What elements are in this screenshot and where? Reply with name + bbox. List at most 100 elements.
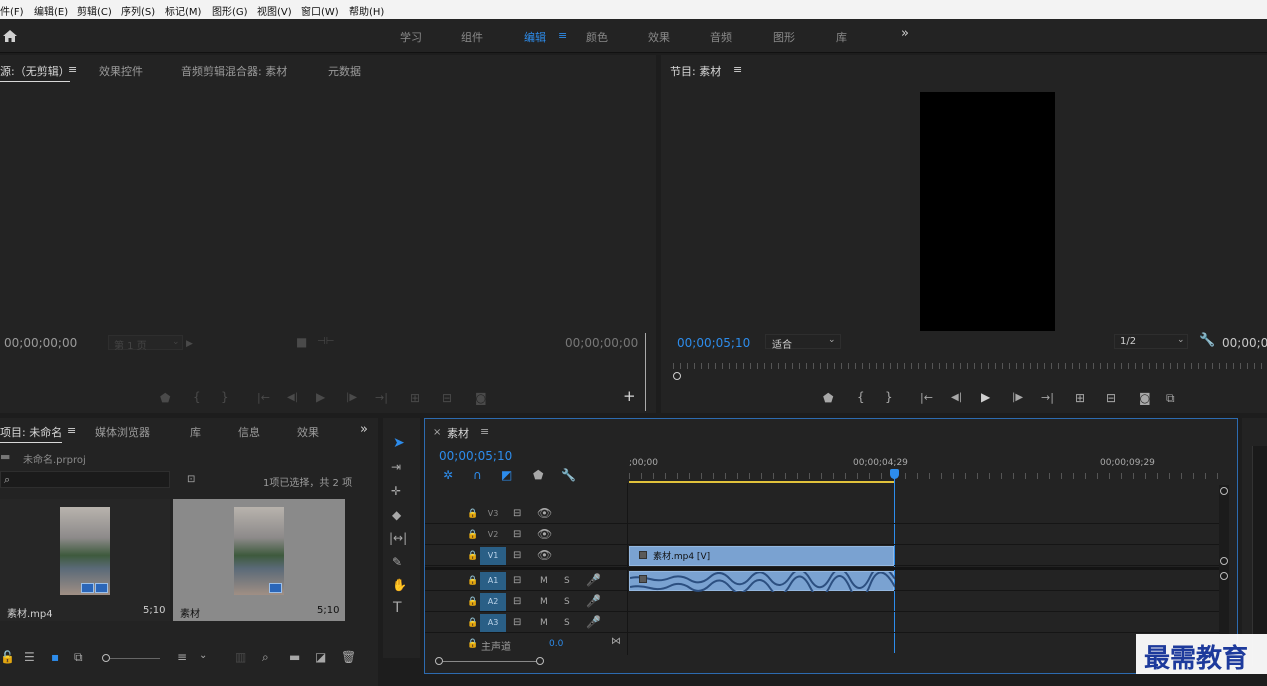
track-a2[interactable]: 🔒 A2 ⊟ M S 🎤 bbox=[425, 591, 1225, 612]
vertical-scrollbar[interactable] bbox=[1219, 485, 1229, 653]
lift-icon[interactable]: ⊞ bbox=[1075, 392, 1085, 404]
new-item-icon[interactable]: ◪ bbox=[315, 651, 326, 663]
menu-graphics[interactable]: 图形(G) bbox=[212, 3, 248, 18]
step-forward-icon[interactable]: |▶ bbox=[346, 392, 357, 404]
mute-button[interactable]: M bbox=[540, 576, 548, 586]
program-timecode[interactable]: 00;00;05;10 bbox=[677, 336, 750, 350]
project-tab-menu-icon[interactable]: ≡ bbox=[67, 424, 76, 437]
tab-sequence[interactable]: 素材 bbox=[447, 425, 469, 441]
sync-lock-icon[interactable]: ⊟ bbox=[513, 596, 521, 608]
project-item[interactable]: 素材 5;10 bbox=[173, 499, 345, 621]
master-volume[interactable]: 0.0 bbox=[549, 639, 563, 649]
step-back-icon[interactable]: ◀| bbox=[951, 392, 962, 404]
lock-icon[interactable]: 🔓 bbox=[0, 651, 15, 663]
lock-icon[interactable]: 🔒 bbox=[467, 617, 478, 629]
program-ruler[interactable] bbox=[673, 363, 1267, 369]
mute-button[interactable]: M bbox=[540, 618, 548, 628]
menu-window[interactable]: 窗口(W) bbox=[301, 3, 339, 18]
close-icon[interactable]: × bbox=[433, 427, 441, 438]
lock-icon[interactable]: 🔒 bbox=[467, 508, 478, 520]
zoom-slider-handle[interactable] bbox=[102, 654, 110, 662]
go-to-in-icon[interactable]: |← bbox=[257, 392, 270, 404]
workspace-assembly[interactable]: 组件 bbox=[461, 29, 483, 45]
track-master[interactable]: 🔒 主声道 0.0 ⋈ bbox=[425, 633, 1225, 654]
menu-marker[interactable]: 标记(M) bbox=[165, 3, 201, 18]
mark-out-icon[interactable]: } bbox=[885, 391, 893, 403]
solo-button[interactable]: S bbox=[564, 618, 570, 628]
project-item[interactable]: 素材.mp4 5;10 bbox=[0, 499, 170, 621]
play-icon[interactable]: ▶ bbox=[981, 391, 990, 403]
go-to-out-icon[interactable]: →| bbox=[375, 392, 388, 404]
mute-button[interactable]: M bbox=[540, 597, 548, 607]
lock-icon[interactable]: 🔒 bbox=[467, 596, 478, 608]
project-search-input[interactable]: ⌕ bbox=[0, 471, 170, 488]
page-select[interactable]: 第 1 页 ⌄ bbox=[108, 335, 183, 352]
lock-icon[interactable]: 🔒 bbox=[467, 575, 478, 587]
icon-view-icon[interactable]: ▪ bbox=[51, 651, 59, 663]
microphone-icon[interactable]: 🎤 bbox=[586, 574, 601, 586]
chevron-down-icon[interactable]: ⌄ bbox=[199, 650, 207, 662]
fit-select[interactable]: 适合 ⌄ bbox=[765, 334, 841, 351]
panel-overflow-icon[interactable]: » bbox=[360, 422, 368, 437]
sync-lock-icon[interactable]: ⊟ bbox=[513, 529, 521, 541]
timeline-timecode[interactable]: 00;00;05;10 bbox=[439, 449, 512, 463]
microphone-icon[interactable]: 🎤 bbox=[586, 616, 601, 628]
time-ruler[interactable]: ;00;00 00;00;04;29 00;00;09;29 bbox=[629, 449, 1225, 483]
step-back-icon[interactable]: ◀| bbox=[287, 392, 298, 404]
camera-icon[interactable]: ◙ bbox=[475, 392, 487, 404]
eye-icon[interactable]: 👁 bbox=[537, 507, 552, 519]
wrench-icon[interactable]: 🔧 bbox=[1199, 334, 1215, 347]
linked-selection-icon[interactable]: ◩ bbox=[501, 469, 512, 481]
overwrite-icon[interactable]: ⊟ bbox=[442, 392, 452, 404]
nest-icon[interactable]: ✲ bbox=[443, 469, 453, 481]
workspace-editing[interactable]: 编辑 bbox=[524, 29, 546, 45]
track-label[interactable]: V2 bbox=[480, 526, 506, 544]
extract-icon[interactable]: ⊟ bbox=[1106, 392, 1116, 404]
mark-in-icon[interactable]: { bbox=[193, 391, 201, 403]
mark-out-icon[interactable]: } bbox=[221, 391, 229, 403]
audio-clip[interactable] bbox=[629, 571, 895, 592]
solo-button[interactable]: S bbox=[564, 576, 570, 586]
ripple-edit-tool-icon[interactable]: ✛ bbox=[391, 485, 401, 497]
sync-lock-icon[interactable]: ⊟ bbox=[513, 508, 521, 520]
tab-source[interactable]: 源:（无剪辑） bbox=[0, 63, 70, 82]
razor-tool-icon[interactable]: ◆ bbox=[392, 509, 401, 521]
eye-icon[interactable]: 👁 bbox=[537, 528, 552, 540]
solo-button[interactable]: S bbox=[564, 597, 570, 607]
program-monitor-video[interactable] bbox=[920, 92, 1055, 331]
menu-view[interactable]: 视图(V) bbox=[257, 3, 292, 18]
workspace-effects[interactable]: 效果 bbox=[648, 29, 670, 45]
sequence-menu-icon[interactable]: ≡ bbox=[480, 425, 489, 438]
tab-libraries[interactable]: 库 bbox=[190, 424, 201, 440]
tab-audio-clip-mixer[interactable]: 音频剪辑混合器: 素材 bbox=[181, 63, 287, 79]
insert-icon[interactable]: ⊞ bbox=[410, 392, 420, 404]
track-label[interactable]: A2 bbox=[480, 593, 506, 611]
home-icon[interactable] bbox=[2, 29, 18, 43]
eye-icon[interactable]: 👁 bbox=[537, 549, 552, 561]
hand-tool-icon[interactable]: ✋ bbox=[392, 579, 407, 591]
go-to-end-icon[interactable]: ⋈ bbox=[611, 636, 621, 648]
camera-icon[interactable]: ◙ bbox=[1139, 392, 1151, 404]
marker-icon[interactable]: ⬟ bbox=[160, 392, 170, 404]
track-label[interactable]: A3 bbox=[480, 614, 506, 632]
tab-media-browser[interactable]: 媒体浏览器 bbox=[95, 424, 150, 440]
track-v3[interactable]: 🔒 V3 ⊟ 👁 bbox=[425, 503, 1225, 524]
lock-icon[interactable]: 🔒 bbox=[467, 529, 478, 541]
snap-icon[interactable]: ∩ bbox=[473, 469, 482, 481]
work-area-bar[interactable] bbox=[629, 481, 894, 483]
sync-lock-icon[interactable]: ⊟ bbox=[513, 575, 521, 587]
source-tab-menu-icon[interactable]: ≡ bbox=[68, 63, 77, 76]
new-search-bin-icon[interactable]: ⊡ bbox=[187, 474, 195, 486]
find-icon[interactable]: ⌕ bbox=[262, 651, 269, 663]
workspace-menu-icon[interactable]: ≡ bbox=[558, 29, 567, 42]
workspace-libraries[interactable]: 库 bbox=[836, 29, 847, 45]
marker-icon[interactable]: ⬟ bbox=[823, 392, 833, 404]
list-view-icon[interactable]: ☰ bbox=[24, 651, 35, 663]
sync-lock-icon[interactable]: ⊟ bbox=[513, 617, 521, 629]
workspace-graphics[interactable]: 图形 bbox=[773, 29, 795, 45]
video-clip[interactable]: 素材.mp4 [V] bbox=[629, 546, 894, 566]
sync-lock-icon[interactable]: ⊟ bbox=[513, 550, 521, 562]
type-tool-icon[interactable]: T bbox=[393, 601, 402, 615]
tab-effects[interactable]: 效果 bbox=[297, 424, 319, 440]
mark-in-icon[interactable]: { bbox=[857, 391, 865, 403]
